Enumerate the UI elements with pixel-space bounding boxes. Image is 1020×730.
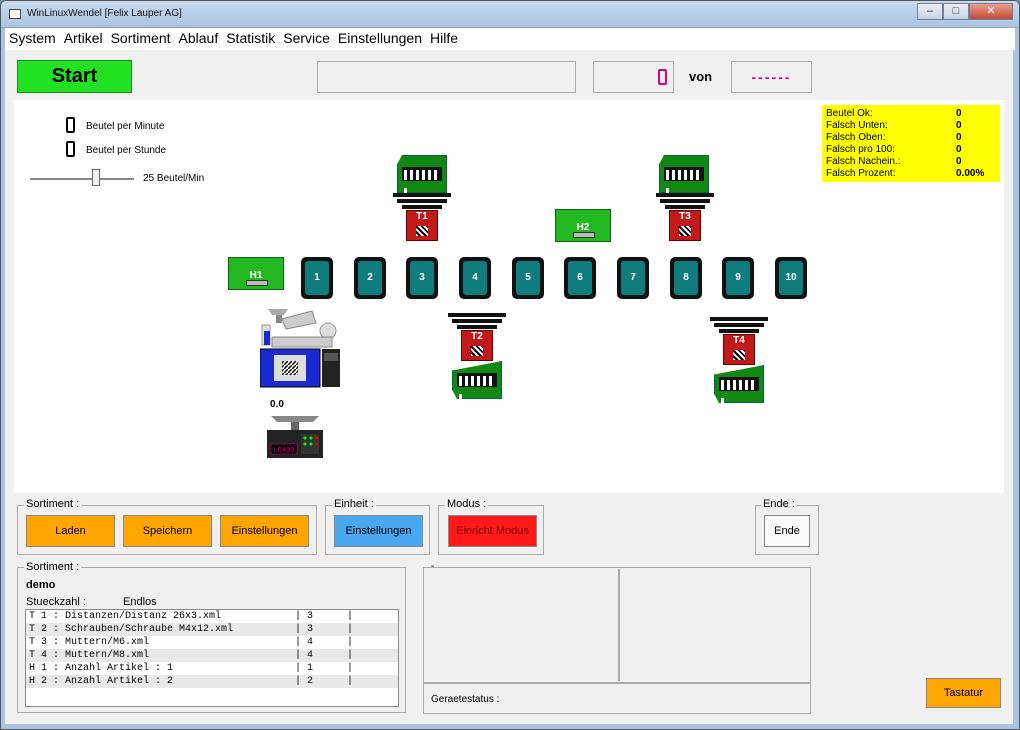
- per-hour-label: Beutel per Stunde: [86, 145, 167, 156]
- list-item[interactable]: H 2 : Anzahl Artikel : 2 | 2 |: [26, 675, 398, 688]
- stat-row: Falsch pro 100: 0: [826, 144, 962, 155]
- modus-group-title: Modus :: [445, 498, 489, 510]
- counter-digit: [658, 69, 667, 85]
- menu-sortiment[interactable]: Sortiment: [107, 28, 175, 50]
- status-divider-h: [423, 682, 811, 684]
- maximize-button[interactable]: □: [943, 3, 969, 20]
- tool-t4[interactable]: T4: [710, 317, 768, 369]
- slot-4[interactable]: 4: [459, 257, 491, 299]
- tool-t1[interactable]: T1: [393, 193, 451, 245]
- menu-artikel[interactable]: Artikel: [60, 28, 107, 50]
- feeder-t3: [659, 155, 709, 193]
- tool-t2[interactable]: T2: [448, 313, 506, 365]
- sortiment-info-title: Sortiment :: [24, 561, 82, 573]
- stat-row: Beutel Ok: 0: [826, 108, 962, 119]
- status-panel-title: -: [431, 561, 435, 572]
- window-title: WinLinuxWendel [Felix Lauper AG]: [27, 8, 182, 19]
- close-button[interactable]: ✕: [969, 3, 1013, 20]
- sortiment-name: demo: [26, 579, 56, 591]
- stat-row: Falsch Prozent: 0.00%: [826, 168, 985, 179]
- status-panel: [423, 567, 811, 714]
- stat-row: Falsch Nachein.: 0: [826, 156, 962, 167]
- von-label: von: [689, 69, 713, 84]
- frame-right: [1013, 28, 1019, 729]
- speed-slider-track[interactable]: [30, 178, 134, 180]
- scale-display-text: L0400: [273, 447, 294, 455]
- frame-left: [1, 28, 5, 729]
- slot-2[interactable]: 2: [354, 257, 386, 299]
- list-item[interactable]: T 3 : Muttern/M6.xml | 4 |: [26, 636, 398, 649]
- tastatur-button[interactable]: Tastatur: [926, 678, 1001, 708]
- ende-group-title: Ende :: [761, 498, 797, 510]
- slot-10[interactable]: 10: [775, 257, 807, 299]
- counter-display: [593, 61, 674, 93]
- title-bar: WinLinuxWendel [Felix Lauper AG] – □ ✕: [1, 1, 1019, 28]
- slot-6[interactable]: 6: [564, 257, 596, 299]
- menu-system[interactable]: System: [5, 28, 60, 50]
- einricht-modus-button[interactable]: Einricht Modus: [448, 515, 537, 547]
- menu-einstellungen[interactable]: Einstellungen: [334, 28, 426, 50]
- menu-service[interactable]: Service: [279, 28, 334, 50]
- stat-row: Falsch Oben: 0: [826, 132, 962, 143]
- list-item[interactable]: T 2 : Schrauben/Schraube M4x12.xml | 3 |: [26, 623, 398, 636]
- geraetestatus-label: Geraetestatus :: [431, 694, 500, 705]
- einheit-einstellungen-button[interactable]: Einstellungen: [334, 515, 423, 547]
- hopper-h2[interactable]: H2: [555, 209, 611, 242]
- packaging-machine-icon: [260, 309, 340, 388]
- app-window: WinLinuxWendel [Felix Lauper AG] – □ ✕ S…: [0, 0, 1020, 730]
- per-minute-label: Beutel per Minute: [86, 121, 165, 132]
- list-item[interactable]: T 4 : Muttern/M8.xml | 4 |: [26, 649, 398, 662]
- minimize-button[interactable]: –: [917, 3, 943, 20]
- list-item[interactable]: T 1 : Distanzen/Distanz 26x3.xml | 3 |: [26, 610, 398, 623]
- menu-bar: System Artikel Sortiment Ablauf Statisti…: [5, 28, 1015, 50]
- sortiment-einstellungen-button[interactable]: Einstellungen: [220, 515, 309, 547]
- stats-panel: Beutel Ok: 0 Falsch Unten: 0 Falsch Oben: 0…: [822, 105, 1000, 182]
- scale-icon: L0400: [267, 416, 323, 458]
- speed-label: 25 Beutel/Min: [143, 173, 205, 184]
- start-button[interactable]: Start: [17, 60, 132, 93]
- per-hour-digit: [66, 141, 75, 157]
- per-minute-digit: [66, 117, 75, 133]
- laden-button[interactable]: Laden: [26, 515, 115, 547]
- menu-statistik[interactable]: Statistik: [222, 28, 279, 50]
- ende-button[interactable]: Ende: [764, 515, 810, 547]
- sortiment-group-title: Sortiment :: [24, 498, 82, 510]
- sortiment-list[interactable]: T 1 : Distanzen/Distanz 26x3.xml | 3 | T 2…: [25, 609, 399, 707]
- stueckzahl-value: Endlos: [123, 596, 157, 608]
- status-divider: [618, 569, 620, 681]
- app-icon: [9, 9, 21, 19]
- hopper-h1[interactable]: H1: [228, 257, 284, 290]
- target-display: ------: [731, 61, 812, 93]
- scale-value: 0.0: [270, 399, 284, 410]
- stat-row: Falsch Unten: 0: [826, 120, 962, 131]
- status-display: [317, 61, 576, 93]
- slot-5[interactable]: 5: [512, 257, 544, 299]
- slot-3[interactable]: 3: [406, 257, 438, 299]
- einheit-group-title: Einheit :: [332, 498, 376, 510]
- stueckzahl-label: Stueckzahl :: [26, 596, 86, 608]
- slot-8[interactable]: 8: [670, 257, 702, 299]
- menu-hilfe[interactable]: Hilfe: [426, 28, 462, 50]
- slot-9[interactable]: 9: [722, 257, 754, 299]
- slot-7[interactable]: 7: [617, 257, 649, 299]
- frame-bottom: [1, 724, 1019, 729]
- feeder-t1: [397, 155, 447, 193]
- list-item[interactable]: H 1 : Anzahl Artikel : 1 | 1 |: [26, 662, 398, 675]
- tool-t3[interactable]: T3: [656, 193, 714, 245]
- speed-slider-thumb[interactable]: [92, 169, 100, 186]
- slot-1[interactable]: 1: [301, 257, 333, 299]
- speichern-button[interactable]: Speichern: [123, 515, 212, 547]
- menu-ablauf[interactable]: Ablauf: [175, 28, 223, 50]
